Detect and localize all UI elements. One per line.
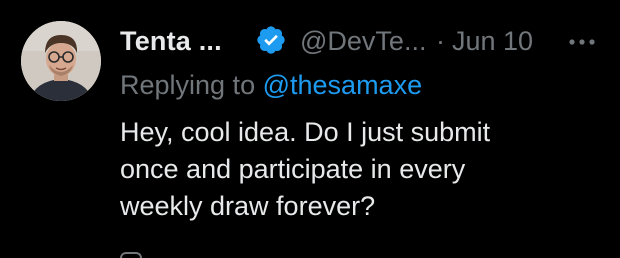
replying-to: Replying to @thesamaxe bbox=[120, 70, 422, 101]
more-options-icon[interactable] bbox=[566, 28, 598, 56]
separator-dot: · bbox=[436, 26, 445, 56]
reply-prefix: Replying to bbox=[120, 70, 256, 100]
tweet-header: Tenta ... @DevTe... · Jun 10 bbox=[120, 22, 610, 62]
tweet-text-line: once and participate in every bbox=[120, 154, 466, 184]
tweet-text: Hey, cool idea. Do I just submit once an… bbox=[120, 114, 590, 225]
tweet[interactable]: Tenta ... @DevTe... · Jun 10 Replying to… bbox=[0, 0, 620, 258]
tweet-text-line: weekly draw forever? bbox=[120, 191, 376, 221]
author-name[interactable]: Tenta ... bbox=[120, 26, 222, 57]
tweet-date[interactable]: Jun 10 bbox=[452, 26, 533, 57]
verified-badge-icon bbox=[255, 24, 287, 56]
author-handle[interactable]: @DevTe... bbox=[300, 26, 426, 57]
reply-icon[interactable] bbox=[120, 252, 142, 258]
reply-mention-link[interactable]: @thesamaxe bbox=[263, 70, 422, 100]
avatar-image bbox=[21, 21, 101, 101]
avatar[interactable] bbox=[21, 21, 101, 101]
tweet-text-line: Hey, cool idea. Do I just submit bbox=[120, 117, 491, 147]
